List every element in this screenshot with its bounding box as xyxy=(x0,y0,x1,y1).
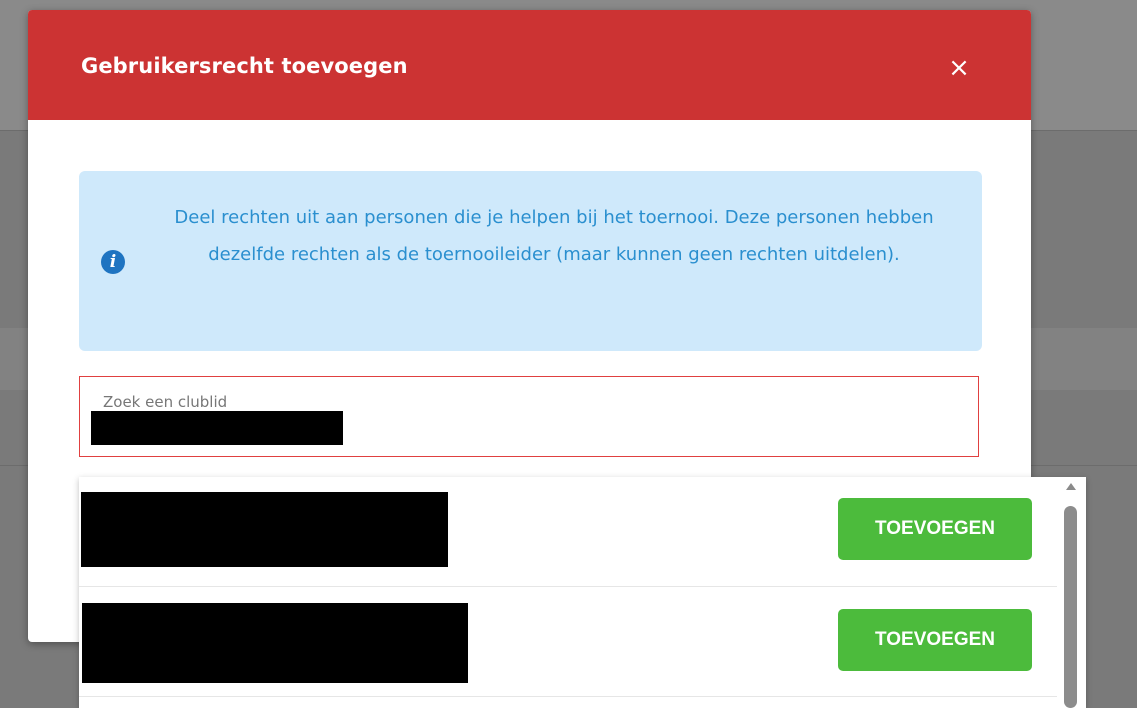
scroll-up-arrow-icon[interactable] xyxy=(1066,483,1076,490)
add-member-button[interactable]: TOEVOEGEN xyxy=(838,609,1032,671)
info-alert: i Deel rechten uit aan personen die je h… xyxy=(79,171,982,351)
modal-title: Gebruikersrecht toevoegen xyxy=(81,54,408,78)
add-member-button[interactable]: TOEVOEGEN xyxy=(838,498,1032,560)
results-scrollbar[interactable] xyxy=(1059,477,1086,708)
close-icon[interactable]: × xyxy=(941,50,977,86)
modal-header: Gebruikersrecht toevoegen × xyxy=(28,10,1031,120)
result-row: TOEVOEGEN xyxy=(79,587,1057,697)
search-label: Zoek een clublid xyxy=(103,393,228,411)
result-name-redacted xyxy=(82,603,468,683)
search-results-dropdown: TOEVOEGEN TOEVOEGEN xyxy=(79,477,1086,708)
member-search-field[interactable]: Zoek een clublid xyxy=(79,376,979,457)
result-name-redacted xyxy=(81,492,448,567)
scroll-thumb[interactable] xyxy=(1064,506,1077,708)
info-icon: i xyxy=(101,250,125,274)
info-text: Deel rechten uit aan personen die je hel… xyxy=(174,207,934,265)
search-input-redacted-value[interactable] xyxy=(91,411,343,445)
result-row: TOEVOEGEN xyxy=(79,477,1057,587)
